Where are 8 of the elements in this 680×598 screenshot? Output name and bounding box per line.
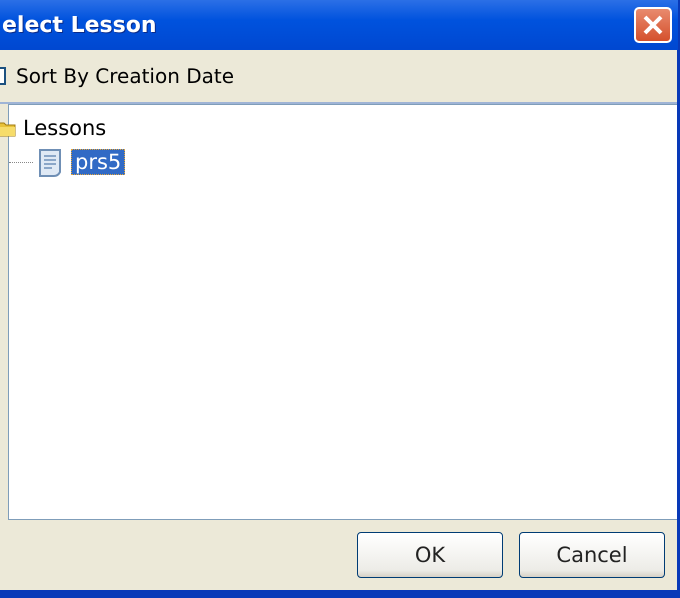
tree-item[interactable]: prs5 xyxy=(71,149,126,175)
dialog-button[interactable]: Cancel xyxy=(519,532,665,578)
checkbox-label: Sort By Creation Date xyxy=(16,64,234,88)
close-icon xyxy=(642,14,664,36)
window-title: elect Lesson xyxy=(2,12,157,38)
dialog-button[interactable]: OK xyxy=(357,532,503,578)
close-button[interactable] xyxy=(634,7,672,43)
tree-item[interactable]: Lessons xyxy=(23,116,106,140)
